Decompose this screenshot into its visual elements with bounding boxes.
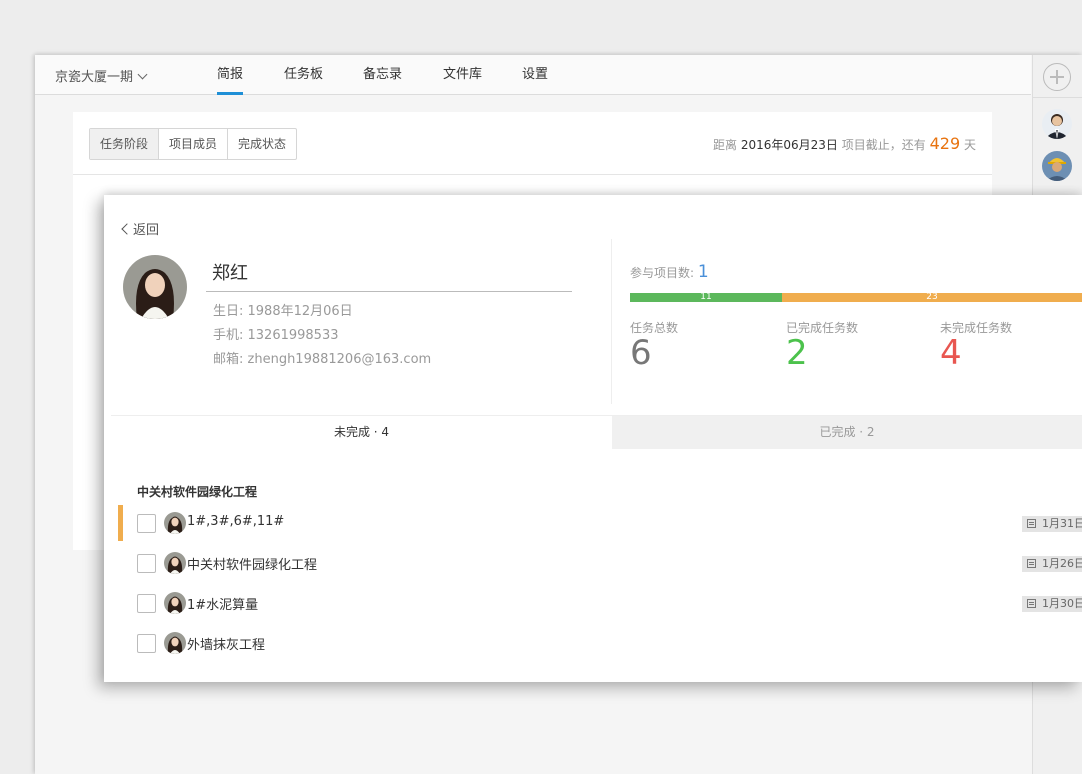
task-progress-bar: 11 23 [630,293,1082,302]
projects-stat: 参与项目数: 1 [630,262,709,282]
projects-label: 参与项目数: [630,266,695,280]
due-date-badge: 1月26日 [1022,556,1082,572]
due-date: 1月30日 [1042,597,1082,610]
member-avatar[interactable] [1042,109,1072,139]
tab-incomplete[interactable]: 未完成 · 4 [111,416,612,449]
project-selector[interactable]: 京瓷大厦一期 [55,66,148,85]
task-checkbox[interactable] [137,554,156,573]
assignee-avatar [164,592,186,614]
tab-settings[interactable]: 设置 [522,55,548,94]
task-row[interactable]: 中关村软件园绿化工程 1月26日 [118,545,1082,575]
undone-tasks-value: 4 [940,333,962,373]
add-member-icon[interactable] [1043,63,1071,91]
progress-green-segment: 11 [630,293,782,302]
due-date: 1月26日 [1042,557,1082,570]
back-label: 返回 [133,223,160,238]
tab-file-library[interactable]: 文件库 [443,55,482,94]
segment-project-members[interactable]: 项目成员 [159,129,229,159]
tab-briefing[interactable]: 简报 [217,55,244,95]
task-checkbox[interactable] [137,634,156,653]
filter-card: 任务阶段 项目成员 完成状态 距离 2016年06月23日 项目截止，还有 42… [73,112,992,175]
profile-avatar [123,255,187,319]
back-button[interactable]: 返回 [121,219,160,238]
task-title: 外墙抹灰工程 [187,638,266,653]
project-name: 京瓷大厦一期 [55,70,134,85]
deadline-days: 429 [929,134,961,153]
sidebar-divider [1033,97,1082,98]
task-checkbox[interactable] [137,594,156,613]
due-date-badge: 1月30日 [1022,596,1082,612]
calendar-icon [1027,559,1036,568]
member-avatar[interactable] [1042,151,1072,181]
assignee-avatar [164,632,186,654]
chevron-left-icon [121,223,133,235]
due-date: 1月31日 [1042,517,1082,530]
deadline-mid: 项目截止，还有 [841,138,926,152]
tab-memo[interactable]: 备忘录 [363,55,402,94]
email-text: 邮箱: zhengh19881206@163.com [213,352,432,367]
member-name: 郑红 [206,259,572,292]
assignee-avatar [164,512,186,534]
segment-completion-status[interactable]: 完成状态 [228,129,296,159]
calendar-icon [1027,599,1036,608]
done-tasks-value: 2 [786,333,808,373]
projects-value: 1 [697,262,709,282]
task-title: 中关村软件园绿化工程 [187,558,318,573]
deadline-date: 2016年06月23日 [740,138,838,152]
due-date-badge: 1月31日 [1022,516,1082,532]
phone-text: 手机: 13261998533 [213,328,339,343]
total-tasks-value: 6 [630,333,652,373]
view-segment-control: 任务阶段 项目成员 完成状态 [89,128,298,160]
task-title: 1#水泥算量 [187,598,259,613]
divider [611,239,612,404]
deadline-unit: 天 [963,138,976,152]
top-navigation-bar: 京瓷大厦一期 简报 任务板 备忘录 文件库 设置 [35,55,1031,95]
deadline-prefix: 距离 [713,138,738,152]
task-row[interactable]: 外墙抹灰工程 [118,625,1082,655]
task-group-title: 中关村软件园绿化工程 [137,485,258,499]
birthday-text: 生日: 1988年12月06日 [213,304,353,319]
task-row[interactable]: 1#水泥算量 1月30日 [118,585,1082,615]
deadline-info: 距离 2016年06月23日 项目截止，还有 429 天 [713,134,976,153]
task-title: 1#,3#,6#,11# [187,514,285,529]
task-checkbox[interactable] [137,514,156,533]
task-row[interactable]: 1#,3#,6#,11# 1月31日 [118,505,1082,541]
tab-complete[interactable]: 已完成 · 2 [612,416,1082,449]
highlight-marker [118,505,123,541]
assignee-avatar [164,552,186,574]
tab-task-board[interactable]: 任务板 [284,55,323,94]
segment-task-stage[interactable]: 任务阶段 [90,129,160,159]
chevron-down-icon [137,69,148,80]
progress-orange-segment: 23 [782,293,1082,302]
member-detail-modal: 返回 郑红 生日: 1988年12月06日 手机: 13261998533 邮箱… [104,195,1082,682]
calendar-icon [1027,519,1036,528]
status-tabs: 未完成 · 4 已完成 · 2 [111,415,1082,449]
